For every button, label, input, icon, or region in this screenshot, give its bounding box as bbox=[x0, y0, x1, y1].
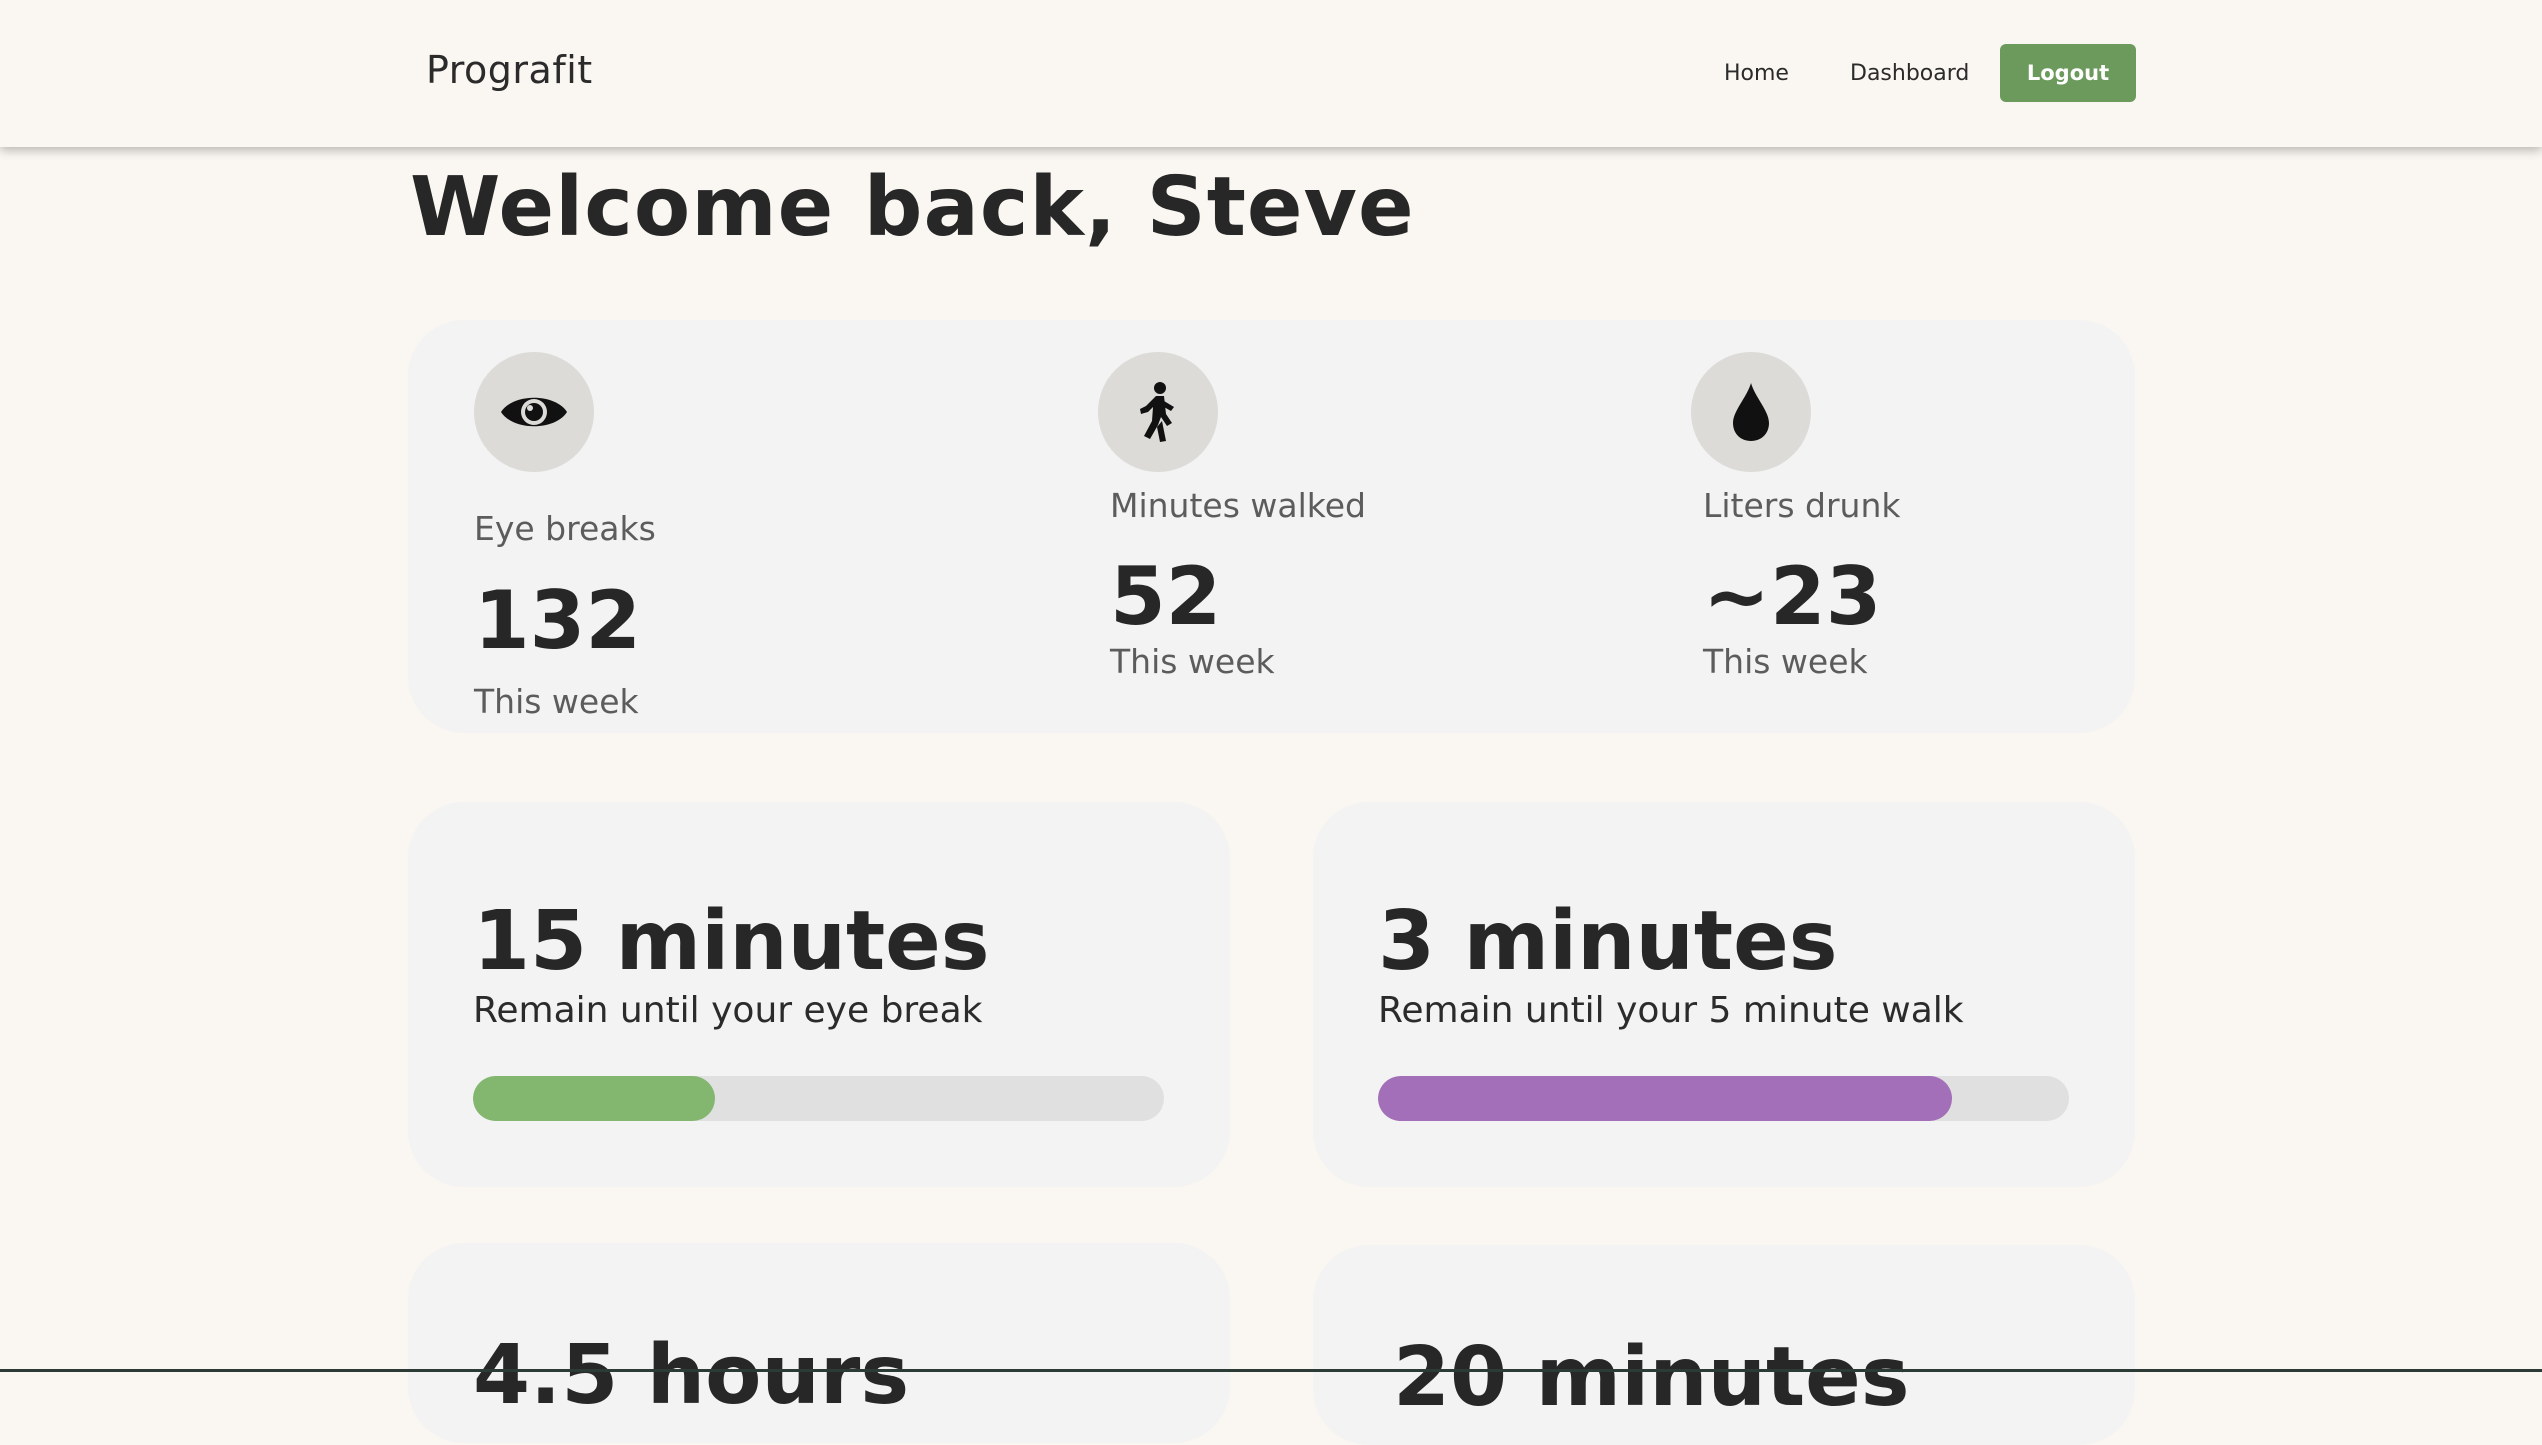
stat-period: This week bbox=[1703, 642, 1868, 681]
eye-break-timer-card: 15 minutes Remain until your eye break bbox=[408, 802, 1230, 1187]
progress-fill bbox=[473, 1076, 715, 1121]
nav-link-home[interactable]: Home bbox=[1724, 61, 1789, 86]
walk-timer-card: 3 minutes Remain until your 5 minute wal… bbox=[1313, 802, 2135, 1187]
nav-link-dashboard[interactable]: Dashboard bbox=[1850, 61, 1969, 86]
stat-minutes-walked bbox=[1098, 352, 1218, 472]
stat-label: Minutes walked bbox=[1110, 486, 1366, 525]
stat-value: 52 bbox=[1110, 550, 1222, 643]
water-timer-card: 20 minutes bbox=[1313, 1245, 2135, 1445]
stat-period: This week bbox=[1110, 642, 1275, 681]
stat-period: This week bbox=[474, 682, 639, 721]
stat-label: Eye breaks bbox=[474, 509, 656, 548]
timer-remaining: 4.5 hours bbox=[473, 1328, 910, 1423]
progress-bar bbox=[1378, 1076, 2069, 1121]
stat-value: 132 bbox=[474, 574, 641, 667]
stat-liters-drunk bbox=[1691, 352, 1811, 472]
water-drop-icon bbox=[1691, 352, 1811, 472]
top-navbar: Prografit Home Dashboard Logout bbox=[0, 0, 2542, 147]
progress-fill bbox=[1378, 1076, 1952, 1121]
timer-remaining: 15 minutes bbox=[473, 894, 990, 989]
stat-value: ~23 bbox=[1703, 550, 1882, 643]
progress-bar bbox=[473, 1076, 1164, 1121]
timer-remaining: 3 minutes bbox=[1378, 894, 1838, 989]
logout-button[interactable]: Logout bbox=[2000, 44, 2136, 102]
eye-icon bbox=[474, 352, 594, 472]
sleep-timer-card: 4.5 hours bbox=[408, 1243, 1230, 1443]
walking-person-icon bbox=[1098, 352, 1218, 472]
page-title: Welcome back, Steve bbox=[410, 160, 1415, 255]
timer-description: Remain until your eye break bbox=[473, 990, 983, 1031]
weekly-stats-card: Eye breaks 132 This week Minutes walked … bbox=[408, 320, 2135, 733]
stat-eye-breaks: Eye breaks 132 This week bbox=[474, 352, 656, 721]
stat-label: Liters drunk bbox=[1703, 486, 1901, 525]
brand-logo[interactable]: Prografit bbox=[426, 48, 593, 92]
timer-description: Remain until your 5 minute walk bbox=[1378, 990, 1964, 1031]
timer-remaining: 20 minutes bbox=[1393, 1330, 1910, 1425]
